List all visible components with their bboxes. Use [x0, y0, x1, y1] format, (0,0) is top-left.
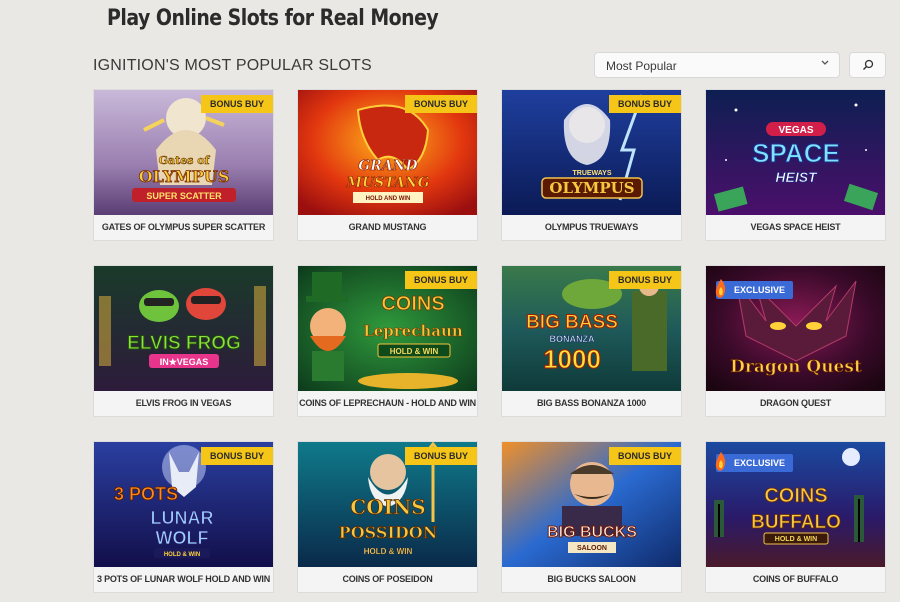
game-logo-line-3: HOLD & WIN — [364, 547, 413, 556]
game-logo-line-2: LUNAR — [151, 508, 214, 528]
search-button[interactable] — [849, 52, 886, 78]
search-icon — [863, 59, 874, 70]
sort-dropdown[interactable]: Most Popular — [594, 52, 840, 78]
game-logo-line-4: HOLD & WIN — [164, 552, 200, 558]
game-logo-line-1: GRAND — [358, 158, 418, 174]
game-title: GATES OF OLYMPUS SUPER SCATTER — [94, 215, 273, 240]
game-logo-line-2: POSSIDON — [339, 523, 438, 542]
bonus-buy-badge: BONUS BUY — [404, 447, 477, 465]
game-card-grand-mustang[interactable]: GRAND MUSTANG HOLD AND WIN BONUS BUY GRA… — [298, 90, 477, 240]
game-thumbnail: ELVIS FROG IN★VEGAS — [94, 266, 273, 391]
game-logo-line-3: HEIST — [775, 169, 818, 185]
game-thumbnail: VEGAS SPACE HEIST — [706, 90, 885, 215]
game-logo-line-2: SPACE — [752, 138, 840, 168]
game-card-coins-of-leprechaun[interactable]: COINS Leprechaun HOLD & WIN BONUS BUY CO… — [298, 266, 477, 416]
game-card-elvis-frog[interactable]: ELVIS FROG IN★VEGAS ELVIS FROG IN VEGAS — [94, 266, 273, 416]
game-title: COINS OF BUFFALO — [706, 567, 885, 592]
game-title: COINS OF LEPRECHAUN - HOLD AND WIN — [298, 391, 477, 416]
game-logo-line-1: 3 POTS — [114, 484, 178, 504]
game-logo-line-1: BIG BASS — [526, 312, 618, 333]
game-logo-line-3: HOLD & WIN — [390, 347, 439, 356]
game-logo-line-2: BUFFALO — [751, 512, 841, 533]
game-logo-line-1: Dragon Quest — [730, 357, 862, 377]
game-title: VEGAS SPACE HEIST — [706, 215, 885, 240]
game-logo-line-3: HOLD AND WIN — [366, 196, 411, 202]
bonus-buy-badge: BONUS BUY — [404, 95, 477, 113]
game-logo-line-3: SUPER SCATTER — [146, 191, 222, 201]
game-logo-line-2: OLYMPUS — [139, 167, 230, 186]
game-title: OLYMPUS TRUEWAYS — [502, 215, 681, 240]
flame-icon — [715, 452, 726, 471]
game-logo-line-1: Gates of — [159, 154, 211, 167]
exclusive-badge-label: EXCLUSIVE — [734, 285, 786, 295]
game-title: COINS OF POSEIDON — [298, 567, 477, 592]
page-title: Play Online Slots for Real Money — [107, 6, 439, 31]
bonus-buy-badge: BONUS BUY — [404, 271, 477, 289]
game-logo-line-1: ELVIS FROG — [127, 333, 241, 354]
bonus-buy-badge: BONUS BUY — [200, 95, 273, 113]
flame-icon — [715, 279, 726, 298]
game-card-3-pots-of-lunar-wolf[interactable]: 3 POTS LUNAR WOLF HOLD & WIN BONUS BUY 3… — [94, 442, 273, 592]
exclusive-badge: EXCLUSIVE — [715, 452, 794, 472]
game-card-gates-of-olympus[interactable]: Gates of OLYMPUS SUPER SCATTER BONUS BUY… — [94, 90, 273, 240]
bonus-buy-badge: BONUS BUY — [200, 447, 273, 465]
game-logo-line-1: COINS — [764, 485, 827, 507]
game-card-coins-of-poseidon[interactable]: COINS POSSIDON HOLD & WIN BONUS BUY COIN… — [298, 442, 477, 592]
game-card-olympus-trueways[interactable]: TRUEWAYS OLYMPUS BONUS BUY OLYMPUS TRUEW… — [502, 90, 681, 240]
chevron-down-icon — [821, 60, 829, 65]
game-logo-line-2: Leprechaun — [363, 322, 463, 340]
game-card-vegas-space-heist[interactable]: VEGAS SPACE HEIST VEGAS SPACE HEIST — [706, 90, 885, 240]
exclusive-badge-label: EXCLUSIVE — [734, 458, 786, 468]
sort-selected-value: Most Popular — [606, 59, 677, 73]
game-title: DRAGON QUEST — [706, 391, 885, 416]
game-logo-line-1: COINS — [350, 495, 425, 519]
bonus-buy-badge: BONUS BUY — [608, 271, 681, 289]
game-title: GRAND MUSTANG — [298, 215, 477, 240]
game-logo-line-1: COINS — [381, 293, 444, 315]
game-logo-line-2: IN★VEGAS — [160, 357, 209, 367]
game-logo-line-1: TRUEWAYS — [572, 170, 611, 177]
game-logo-line-2: BONANZA — [550, 334, 595, 344]
game-card-coins-of-buffalo[interactable]: COINS BUFFALO HOLD & WIN EXCLUSIVE COINS… — [706, 442, 885, 592]
game-logo-line-2: SALOON — [577, 545, 607, 552]
game-logo-line-3: HOLD & WIN — [775, 536, 817, 543]
bonus-buy-badge: BONUS BUY — [608, 447, 681, 465]
game-title: ELVIS FROG IN VEGAS — [94, 391, 273, 416]
game-logo-line-3: WOLF — [156, 528, 209, 548]
bonus-buy-badge: BONUS BUY — [608, 95, 681, 113]
game-logo-line-2: MUSTANG — [345, 175, 429, 191]
game-card-big-bass-bonanza-1000[interactable]: BIG BASS BONANZA 1000 BONUS BUY BIG BASS… — [502, 266, 681, 416]
section-title: IGNITION'S MOST POPULAR SLOTS — [93, 57, 372, 74]
game-title: 3 POTS OF LUNAR WOLF HOLD AND WIN — [94, 567, 273, 592]
game-logo-line-1: VEGAS — [778, 125, 813, 136]
game-logo-line-2: OLYMPUS — [549, 179, 634, 197]
game-title: BIG BUCKS SALOON — [502, 567, 681, 592]
game-card-dragon-quest[interactable]: Dragon Quest EXCLUSIVE DRAGON QUEST — [706, 266, 885, 416]
exclusive-badge: EXCLUSIVE — [715, 279, 794, 299]
game-logo-line-1: BIG BUCKS — [547, 524, 637, 541]
game-title: BIG BASS BONANZA 1000 — [502, 391, 681, 416]
game-logo-line-3: 1000 — [543, 344, 601, 374]
game-card-big-bucks-saloon[interactable]: BIG BUCKS SALOON BONUS BUY BIG BUCKS SAL… — [502, 442, 681, 592]
